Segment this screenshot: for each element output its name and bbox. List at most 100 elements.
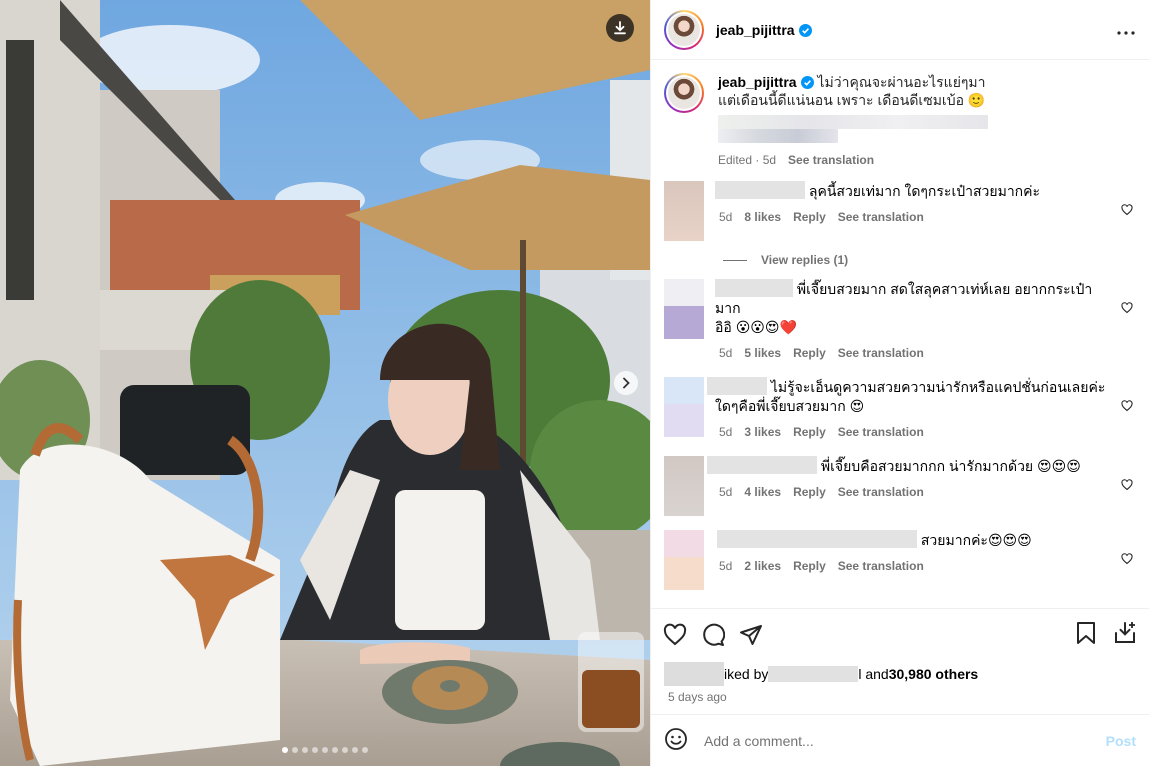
author-avatar[interactable] [664, 9, 704, 50]
comment-likes[interactable]: 3 likes [744, 423, 781, 442]
comment-like-button[interactable] [1121, 399, 1133, 415]
save-to-collection-button[interactable] [1113, 621, 1137, 648]
commenter-name[interactable] [715, 279, 793, 297]
heart-icon [1121, 400, 1133, 412]
reply-button[interactable]: Reply [793, 483, 826, 502]
commenter-name[interactable] [707, 377, 767, 395]
comments-list[interactable]: jeab_pijittra ไม่ว่าคุณจะผ่านอะไรแย่ๆมา … [651, 60, 1149, 608]
comment-text: สวยมากค่ะ😍😍😍 [920, 532, 1032, 548]
post-photo[interactable] [0, 0, 650, 766]
comment-item: พี่เจี๊ยบคือสวยมากกก น่ารักมากด้วย 😍😍😍 5… [664, 456, 1136, 516]
commenter-avatar[interactable] [664, 377, 704, 437]
commenter-name[interactable] [707, 456, 817, 474]
heart-icon [663, 623, 687, 645]
share-icon [740, 624, 762, 645]
carousel-dot [352, 747, 358, 753]
carousel-dot [342, 747, 348, 753]
emoji-icon [665, 728, 687, 750]
commenter-avatar[interactable] [664, 530, 704, 590]
photo-scene [0, 0, 650, 766]
download-button[interactable] [606, 14, 634, 42]
caption-see-translation[interactable]: See translation [788, 151, 874, 169]
comment-likes[interactable]: 2 likes [744, 557, 781, 576]
comment-likes[interactable]: 8 likes [744, 208, 781, 227]
comment-text: พี่เจี๊ยบคือสวยมากกก น่ารักมากด้วย 😍😍😍 [820, 458, 1081, 474]
see-translation-button[interactable]: See translation [838, 344, 924, 363]
comment-like-button[interactable] [1121, 552, 1133, 568]
see-translation-button[interactable]: See translation [838, 208, 924, 227]
more-options-button[interactable] [1117, 24, 1135, 35]
commenter-name[interactable] [715, 181, 805, 199]
carousel-dots [0, 747, 650, 753]
commenter-avatar[interactable] [664, 456, 704, 516]
comment-item: สวยมากค่ะ😍😍😍 5d 2 likes Reply See translati… [664, 530, 1136, 590]
emoji-button[interactable] [664, 727, 688, 754]
comment-text: ลุคนี้สวยเท่มาก ใดๆกระเป๋าสวยมากค่ะ [808, 183, 1041, 199]
see-translation-button[interactable]: See translation [838, 423, 924, 442]
carousel-dot [322, 747, 328, 753]
liker-avatars[interactable] [664, 662, 724, 686]
commenter-avatar[interactable] [664, 279, 704, 339]
likes-summary[interactable]: iked by l and 30,980 others [651, 660, 1149, 688]
comment-likes[interactable]: 4 likes [744, 483, 781, 502]
comment-like-button[interactable] [1121, 203, 1133, 219]
see-translation-button[interactable]: See translation [838, 483, 924, 502]
heart-icon [1121, 302, 1133, 314]
post-comment-button[interactable]: Post [1106, 733, 1136, 749]
comment-text-line2: อิอิ 😮😮😍❤️ [715, 319, 797, 335]
liker-name[interactable] [768, 666, 859, 682]
comment-item: พี่เจี๊ยบสวยมาก สดใสลุคสาวเท่ห์เลย อยากก… [664, 279, 1136, 363]
download-icon [614, 21, 626, 35]
caption-author-avatar[interactable] [664, 73, 704, 113]
more-icon [1117, 31, 1135, 35]
comment-item: ไม่รู้จะเอ็นดูความสวยความน่ารักหรือแคปชั… [664, 377, 1136, 442]
chevron-right-icon [623, 377, 630, 389]
post-header: jeab_pijittra [651, 0, 1149, 60]
likes-count[interactable]: 30,980 others [889, 666, 979, 682]
reply-button[interactable]: Reply [793, 344, 826, 363]
caption-text-line1: ไม่ว่าคุณจะผ่านอะไรแย่ๆมา [817, 74, 986, 90]
comment-input[interactable]: Add a comment... [704, 733, 1106, 749]
commenter-name[interactable] [717, 530, 917, 548]
carousel-dot [362, 747, 368, 753]
comment-time: 5d [719, 346, 733, 360]
author-username[interactable]: jeab_pijittra [716, 22, 812, 38]
reply-button[interactable]: Reply [793, 208, 826, 227]
comment-time: 5d [719, 210, 733, 224]
caption-hidden-text [718, 115, 988, 143]
commenter-avatar[interactable] [664, 181, 704, 241]
comment-text: ไม่รู้จะเอ็นดูความสวยความน่ารักหรือแคปชั… [770, 379, 1106, 395]
instagram-post-view: jeab_pijittra jeab_pijittra ไม่ว่าคุณจะผ… [0, 0, 1149, 766]
reply-button[interactable]: Reply [793, 557, 826, 576]
view-replies-button[interactable]: View replies (1) [723, 253, 1136, 267]
comment-item: ลุคนี้สวยเท่มาก ใดๆกระเป๋าสวยมากค่ะ 5d 8 … [664, 181, 1136, 241]
carousel-dot [332, 747, 338, 753]
comment-text-line2: ใดๆคือพี่เจี๊ยบสวยมาก 😍 [715, 398, 865, 414]
comment-time: 5d [719, 559, 733, 573]
heart-icon [1121, 479, 1133, 491]
carousel-dot [292, 747, 298, 753]
heart-icon [1121, 204, 1133, 216]
see-translation-button[interactable]: See translation [838, 557, 924, 576]
post-actions [651, 608, 1149, 660]
comment-like-button[interactable] [1121, 478, 1133, 494]
caption-edited-time: Edited · 5d [718, 153, 777, 167]
like-button[interactable] [663, 623, 687, 647]
next-photo-button[interactable] [614, 371, 638, 395]
comment-time: 5d [719, 485, 733, 499]
verified-badge-icon [798, 23, 812, 37]
comment-icon [703, 623, 725, 646]
reply-button[interactable]: Reply [793, 423, 826, 442]
heart-icon [1121, 553, 1133, 565]
caption-text-line2: แต่เดือนนี้ดีแน่นอน เพราะ เดือนดีเซมเบ้อ… [718, 92, 986, 108]
bookmark-button[interactable] [1075, 621, 1097, 648]
comment-composer: Add a comment... Post [651, 714, 1149, 766]
comment-like-button[interactable] [1121, 301, 1133, 317]
verified-badge-icon [800, 76, 814, 89]
bookmark-icon [1077, 622, 1095, 644]
share-button[interactable] [739, 623, 763, 647]
carousel-dot [312, 747, 318, 753]
comment-likes[interactable]: 5 likes [744, 344, 781, 363]
comment-button[interactable] [701, 623, 725, 647]
caption-author[interactable]: jeab_pijittra [718, 74, 814, 90]
